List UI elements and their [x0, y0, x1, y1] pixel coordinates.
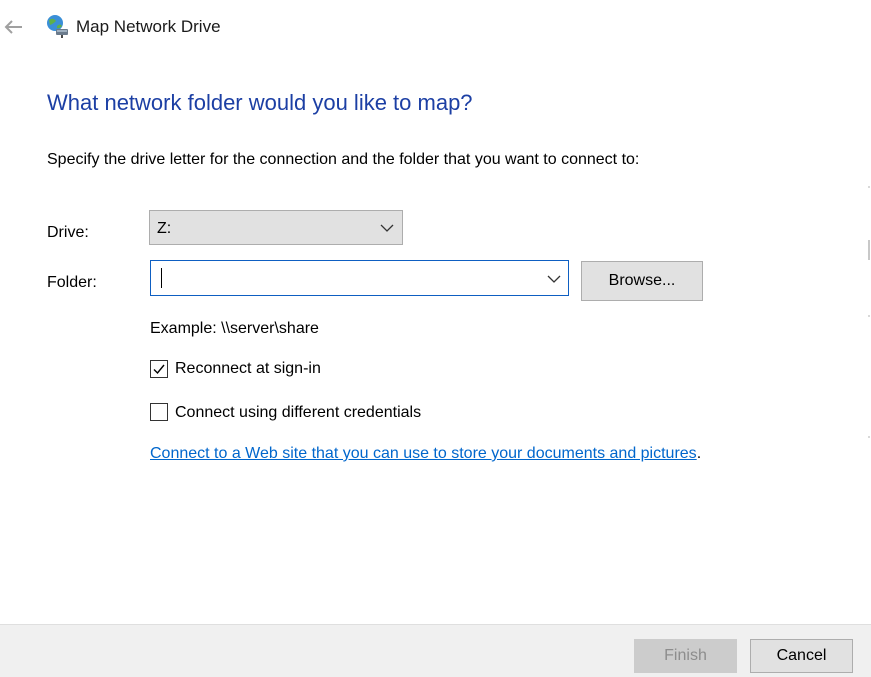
browse-button[interactable]: Browse...	[581, 261, 703, 301]
edge-mark	[868, 315, 870, 317]
drive-select[interactable]: Z:	[149, 210, 403, 245]
web-link-row: Connect to a Web site that you can use t…	[150, 445, 701, 463]
text-caret	[161, 268, 162, 288]
edge-mark	[868, 436, 870, 438]
folder-input[interactable]	[150, 260, 569, 296]
reconnect-checkbox[interactable]	[150, 360, 168, 378]
cancel-button[interactable]: Cancel	[750, 639, 853, 673]
edge-mark	[868, 240, 870, 260]
chevron-down-icon	[380, 224, 394, 232]
chevron-down-icon[interactable]	[547, 275, 561, 284]
page-heading: What network folder would you like to ma…	[47, 90, 473, 115]
finish-button[interactable]: Finish	[634, 639, 737, 673]
folder-label: Folder:	[47, 274, 97, 291]
network-drive-icon	[47, 15, 68, 38]
credentials-checkbox[interactable]	[150, 403, 168, 421]
instructions-text: Specify the drive letter for the connect…	[47, 151, 640, 168]
web-site-link[interactable]: Connect to a Web site that you can use t…	[150, 445, 697, 462]
window-title: Map Network Drive	[76, 17, 221, 36]
drive-label: Drive:	[47, 224, 89, 241]
back-arrow-icon[interactable]	[2, 16, 24, 38]
drive-selected-value: Z:	[157, 220, 172, 237]
edge-mark	[868, 186, 870, 188]
checkmark-icon	[153, 364, 165, 375]
example-text: Example: \\server\share	[150, 320, 319, 337]
credentials-label[interactable]: Connect using different credentials	[175, 404, 421, 422]
reconnect-label[interactable]: Reconnect at sign-in	[175, 360, 321, 378]
footer-bar	[0, 624, 871, 677]
web-link-suffix: .	[696, 445, 702, 462]
